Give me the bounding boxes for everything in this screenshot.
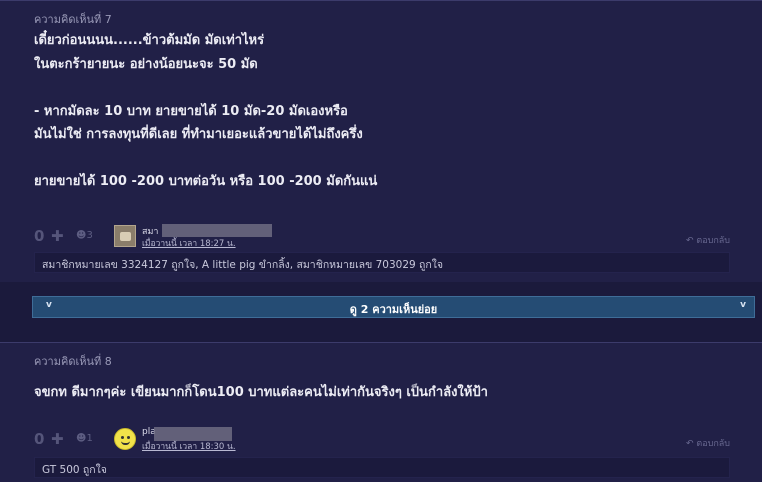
avatar[interactable] bbox=[114, 428, 136, 450]
smiley-eye-icon bbox=[121, 436, 124, 439]
comment-body: เดี๋ยวก่อนนนน......ข้าวต้มมัด มัดเท่าไหร… bbox=[0, 29, 762, 194]
comment-meta: 0 ✚ ☻1 pla เมื่อวานนี้ เวลา 18:30 น. ↶ ต… bbox=[34, 427, 730, 453]
subreplies-label: ดู 2 ความเห็นย่อย bbox=[349, 303, 438, 316]
comment-line: ยายขายได้ 100 -200 บาทต่อวัน หรือ 100 -2… bbox=[34, 174, 378, 189]
chevron-down-icon: v bbox=[46, 300, 52, 310]
comment-8: ความคิดเห็นที่ 8 จขกท ดีมากๆค่ะ เขียนมาก… bbox=[0, 342, 762, 482]
emotion-count[interactable]: ☻3 bbox=[76, 230, 93, 241]
vote-count[interactable]: 0 bbox=[34, 430, 44, 448]
reply-button[interactable]: ↶ ตอบกลับ bbox=[686, 233, 730, 247]
reply-button[interactable]: ↶ ตอบกลับ bbox=[686, 436, 730, 450]
avatar[interactable] bbox=[114, 225, 136, 247]
smiley-eye-icon bbox=[127, 436, 130, 439]
emotion-count-value: 3 bbox=[86, 230, 93, 241]
comment-header: ความคิดเห็นที่ 8 bbox=[34, 355, 112, 368]
smiley-mouth-icon bbox=[121, 441, 130, 445]
comment-line bbox=[34, 147, 762, 171]
likes-bar: สมาชิกหมายเลข 3324127 ถูกใจ, A little pi… bbox=[34, 252, 730, 273]
comment-line bbox=[34, 76, 762, 100]
emotion-count[interactable]: ☻1 bbox=[76, 433, 93, 444]
view-subreplies-button[interactable]: v ดู 2 ความเห็นย่อย v bbox=[32, 296, 755, 318]
avatar-face-icon bbox=[120, 232, 131, 241]
comment-line: ในตะกร้ายายนะ อย่างน้อยนะจะ 50 มัด bbox=[34, 56, 258, 72]
comment-7: ความคิดเห็นที่ 7 เดี๋ยวก่อนนนน......ข้าว… bbox=[0, 0, 762, 282]
emotion-count-value: 1 bbox=[86, 433, 93, 444]
blurred-name bbox=[154, 427, 232, 441]
comment-meta: 0 ✚ ☻3 สมา เมื่อวานนี้ เวลา 18:27 น. ↶ ต… bbox=[34, 224, 730, 250]
comment-line: - หากมัดละ 10 บาท ยายขายได้ 10 มัด-20 มั… bbox=[34, 103, 348, 119]
comment-line: เดี๋ยวก่อนนนน......ข้าวต้มมัด มัดเท่าไหร… bbox=[34, 33, 265, 48]
comment-body: จขกท ดีมากๆค่ะ เขียนมากก็โดน100 บาทแต่ละ… bbox=[0, 371, 762, 405]
plus-icon[interactable]: ✚ bbox=[51, 227, 64, 245]
likes-bar: GT 500 ถูกใจ bbox=[34, 457, 730, 478]
timestamp[interactable]: เมื่อวานนี้ เวลา 18:30 น. bbox=[142, 439, 236, 453]
timestamp[interactable]: เมื่อวานนี้ เวลา 18:27 น. bbox=[142, 236, 236, 250]
reply-label: ตอบกลับ bbox=[696, 439, 730, 449]
comment-line: จขกท ดีมากๆค่ะ เขียนมากก็โดน100 บาทแต่ละ… bbox=[34, 385, 488, 400]
chevron-down-icon: v bbox=[740, 300, 746, 310]
comment-line: มันไม่ใช่ การลงทุนที่ดีเลย ที่ทำมาเยอะแล… bbox=[34, 127, 363, 142]
comment-header: ความคิดเห็นที่ 7 bbox=[34, 13, 112, 26]
reply-label: ตอบกลับ bbox=[696, 236, 730, 246]
plus-icon[interactable]: ✚ bbox=[51, 430, 64, 448]
vote-count[interactable]: 0 bbox=[34, 227, 44, 245]
blurred-name bbox=[162, 224, 272, 237]
